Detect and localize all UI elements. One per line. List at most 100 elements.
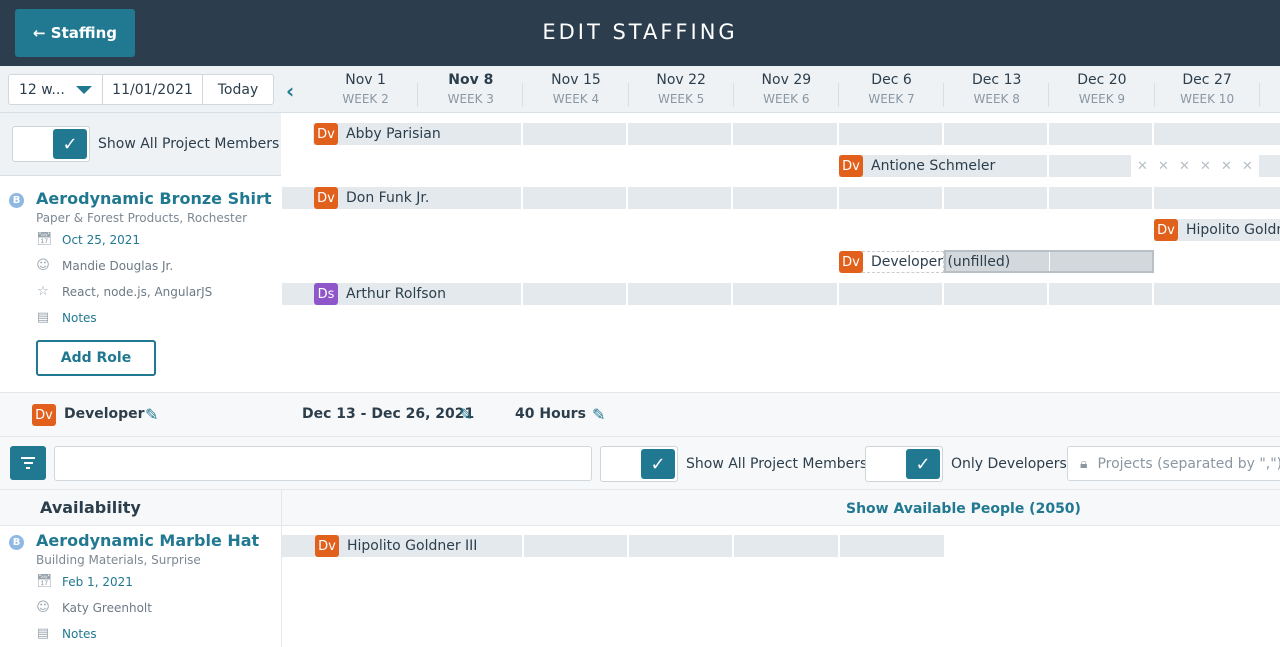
week-column: Nov 22 WEEK 5 bbox=[629, 66, 734, 113]
project-members-toggle-panel: ✓ Show All Project Members bbox=[0, 113, 281, 176]
role-tag: Dv bbox=[314, 187, 338, 209]
checkmark-icon: ✓ bbox=[53, 129, 87, 159]
week-column: Dec 6 WEEK 7 bbox=[839, 66, 945, 113]
role-tag: Dv bbox=[839, 155, 863, 177]
project-notes-link[interactable]: Notes bbox=[62, 311, 97, 325]
project-notes[interactable]: ▤ Notes bbox=[36, 626, 97, 641]
available-person[interactable]: Dv Hipolito Goldner III bbox=[315, 535, 477, 557]
assignment-bar[interactable]: Dv Antione Schmeler bbox=[839, 155, 995, 177]
assignee-name: Hipolito Goldn bbox=[1186, 222, 1280, 238]
only-developers-toggle[interactable]: ✓ bbox=[865, 446, 943, 482]
project-name[interactable]: Aerodynamic Bronze Shirt bbox=[36, 189, 272, 208]
week-column: Nov 29 WEEK 6 bbox=[734, 66, 840, 113]
add-role-button[interactable]: Add Role bbox=[36, 340, 156, 376]
row-bar bbox=[1259, 155, 1280, 177]
week-date: Nov 8 bbox=[448, 72, 494, 88]
week-number: WEEK 10 bbox=[1180, 92, 1235, 106]
today-button[interactable]: Today bbox=[203, 75, 273, 104]
assignee-name: Arthur Rolfson bbox=[346, 286, 446, 302]
role-tag: Dv bbox=[32, 404, 56, 426]
role-date-range: Dec 13 - Dec 26, 2021 bbox=[302, 406, 475, 422]
start-date-input[interactable]: 11/01/2021 bbox=[103, 75, 203, 104]
notes-icon: ▤ bbox=[36, 626, 50, 641]
chevron-left-icon[interactable]: ‹ bbox=[286, 79, 294, 103]
project-industry: Building Materials, Surprise bbox=[36, 553, 201, 567]
project-industry: Paper & Forest Products, Rochester bbox=[36, 211, 248, 225]
week-number: WEEK 8 bbox=[973, 92, 1020, 106]
availability-title: Availability bbox=[40, 498, 141, 517]
project-date-text: Feb 1, 2021 bbox=[62, 574, 133, 589]
page-title: EDIT STAFFING bbox=[542, 20, 738, 44]
week-number: WEEK 4 bbox=[552, 92, 600, 106]
week-number: WEEK 5 bbox=[657, 92, 705, 106]
week-column: Nov 8 WEEK 3 bbox=[418, 66, 524, 113]
assignment-bar[interactable]: Ds Arthur Rolfson bbox=[314, 283, 446, 305]
edit-role-pencil-icon[interactable]: ✎ bbox=[145, 405, 158, 424]
project-date-text: Oct 25, 2021 bbox=[62, 232, 140, 247]
project-skills: ☆ React, node.js, AngularJS bbox=[36, 284, 212, 299]
filter-button[interactable] bbox=[10, 446, 46, 480]
project-name[interactable]: Aerodynamic Marble Hat bbox=[36, 531, 259, 550]
search-input[interactable] bbox=[54, 446, 592, 481]
notes-icon: ▤ bbox=[36, 310, 50, 325]
edit-hours-pencil-icon[interactable]: ✎ bbox=[592, 405, 605, 424]
project-date: 📅︎ Oct 25, 2021 bbox=[36, 232, 140, 247]
role-name: Developer bbox=[64, 406, 145, 422]
calendar-icon: 📅︎ bbox=[36, 574, 53, 589]
role-editor: Dv Developer ✎ Dec 13 - Dec 26, 2021 ✎ 4… bbox=[0, 392, 1280, 437]
project-manager: ☺ Katy Greenholt bbox=[36, 600, 152, 615]
project-notes[interactable]: ▤ Notes bbox=[36, 310, 97, 325]
checkmark-icon: ✓ bbox=[906, 449, 940, 479]
star-icon: ☆ bbox=[37, 284, 49, 299]
week-number: WEEK 3 bbox=[447, 92, 494, 106]
availability-project-info: B Aerodynamic Marble Hat Building Materi… bbox=[0, 526, 281, 647]
project-date: 📅︎ Feb 1, 2021 bbox=[36, 574, 133, 589]
project-notes-link[interactable]: Notes bbox=[62, 627, 97, 641]
week-date: Dec 20 bbox=[1077, 72, 1127, 88]
range-select[interactable]: 12 w... bbox=[9, 75, 103, 104]
week-number: WEEK 7 bbox=[868, 92, 915, 106]
assignee-name: Developer (unfilled) bbox=[871, 254, 1011, 270]
show-available-people-link[interactable]: Show Available People (2050) bbox=[846, 501, 1081, 517]
week-date: Nov 15 bbox=[551, 72, 601, 88]
assignment-bar[interactable]: Dv Abby Parisian bbox=[314, 123, 441, 145]
show-all-members-label: Show All Project Members bbox=[98, 136, 280, 152]
projects-filter-input[interactable]: 🔒︎ Projects (separated by ",") bbox=[1067, 446, 1280, 481]
availability-divider bbox=[281, 490, 282, 647]
show-all-members-filter-label: Show All Project Members bbox=[686, 456, 868, 472]
range-select-value: 12 w... bbox=[19, 81, 65, 98]
checkmark-icon: ✓ bbox=[641, 449, 675, 479]
week-date: Nov 1 bbox=[345, 72, 386, 88]
assignee-name: Don Funk Jr. bbox=[346, 190, 430, 206]
role-tag: Ds bbox=[314, 283, 338, 305]
availability-header: Availability Show Available People (2050… bbox=[0, 490, 1280, 526]
top-bar: ← Staffing EDIT STAFFING bbox=[0, 0, 1280, 66]
week-column: Dec 27 WEEK 10 bbox=[1155, 66, 1260, 113]
projects-placeholder: Projects (separated by ",") bbox=[1097, 455, 1280, 472]
show-all-members-filter-toggle[interactable]: ✓ bbox=[600, 446, 678, 482]
person-name: Hipolito Goldner III bbox=[347, 538, 478, 554]
timeline-controls: 12 w... 11/01/2021 Today bbox=[8, 74, 274, 105]
edit-dates-pencil-icon[interactable]: ✎ bbox=[459, 405, 472, 424]
project-badge: B bbox=[9, 193, 24, 208]
week-column: Nov 1 WEEK 2 bbox=[313, 66, 419, 113]
week-date: Dec 13 bbox=[972, 72, 1022, 88]
row-bar bbox=[313, 123, 1280, 145]
week-column: Dec 20 WEEK 9 bbox=[1049, 66, 1155, 113]
project-badge: B bbox=[9, 535, 24, 550]
project-manager: ☺ Mandie Douglas Jr. bbox=[36, 258, 173, 273]
role-tag: Dv bbox=[1154, 219, 1178, 241]
only-developers-label: Only Developers bbox=[951, 456, 1067, 472]
project-manager-text: Mandie Douglas Jr. bbox=[62, 258, 174, 273]
role-hours: 40 Hours bbox=[515, 406, 586, 422]
filter-bar: ✓ Show All Project Members ✓ Only Develo… bbox=[0, 437, 1280, 490]
assignment-bar[interactable]: Dv Don Funk Jr. bbox=[314, 187, 429, 209]
person-icon: ☺ bbox=[36, 258, 50, 273]
show-all-members-toggle[interactable]: ✓ bbox=[12, 126, 90, 162]
week-number: WEEK 2 bbox=[342, 92, 389, 106]
assignment-bar[interactable]: Dv Hipolito Goldn bbox=[1154, 219, 1280, 241]
unfilled-role[interactable]: Dv Developer (unfilled) bbox=[839, 251, 1010, 273]
unavailable-marks: ✕ ✕ ✕ ✕ ✕ ✕ bbox=[1137, 158, 1253, 174]
person-icon: ☺ bbox=[36, 600, 50, 615]
lock-icon: 🔒︎ bbox=[1080, 455, 1088, 472]
